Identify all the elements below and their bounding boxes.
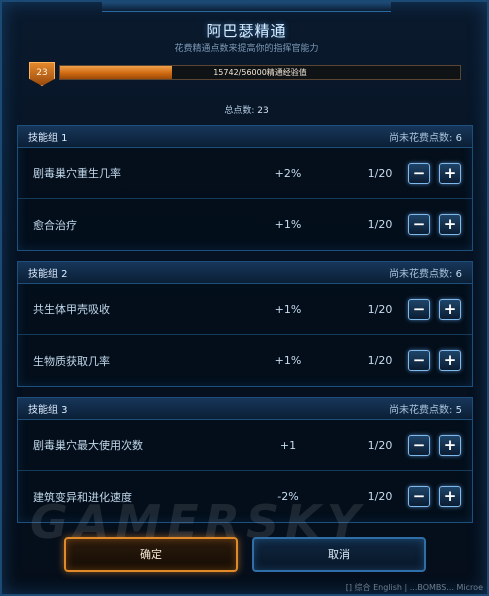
unspent-points-value: 5 — [455, 405, 462, 416]
level-value: 23 — [36, 68, 48, 78]
footer-credit: [] 综合 English | ...BOMBS... Microe — [345, 583, 483, 592]
unspent-points-label: 尚未花费点数: — [389, 269, 453, 280]
cancel-button[interactable]: 取消 — [252, 537, 426, 572]
skill-name: 愈合治疗 — [33, 218, 77, 232]
skill-bonus: +1% — [274, 354, 302, 367]
skill-row: 剧毒巢穴最大使用次数 +1 1/20 − + — [18, 420, 472, 471]
unspent-points: 尚未花费点数: 5 — [389, 401, 462, 416]
panel-top-frame — [102, 2, 391, 12]
skill-points-count: 1/20 — [367, 218, 393, 231]
decrease-button[interactable]: − — [408, 350, 430, 371]
skill-row: 共生体甲壳吸收 +1% 1/20 − + — [18, 284, 472, 335]
skill-row: 剧毒巢穴重生几率 +2% 1/20 − + — [18, 148, 472, 199]
skill-bonus: +2% — [274, 166, 302, 180]
unspent-points-label: 尚未花费点数: — [389, 405, 453, 416]
skill-row: 愈合治疗 +1% 1/20 − + — [18, 199, 472, 250]
skill-name: 生物质获取几率 — [33, 354, 110, 368]
skill-group-1: 技能组 1 尚未花费点数: 6 剧毒巢穴重生几率 +2% 1/20 − + 愈合… — [17, 125, 473, 251]
skill-name: 共生体甲壳吸收 — [33, 303, 110, 316]
skill-bonus: +1 — [279, 438, 297, 452]
skill-group-header: 技能组 2 尚未花费点数: 6 — [18, 262, 472, 284]
mastery-panel: 阿巴瑟精通 花费精通点数来提高你的指挥官能力 23 15742/56000精通经… — [0, 0, 489, 596]
skill-name: 剧毒巢穴重生几率 — [33, 167, 121, 180]
total-points-value: 23 — [257, 106, 269, 116]
decrease-button[interactable]: − — [408, 435, 430, 456]
skill-row: 生物质获取几率 +1% 1/20 − + — [18, 335, 472, 386]
increase-button[interactable]: + — [439, 214, 461, 235]
unspent-points-value: 6 — [455, 133, 462, 144]
level-badge-icon: 23 — [29, 62, 55, 86]
decrease-button[interactable]: − — [408, 299, 430, 320]
skill-group-name: 技能组 2 — [28, 269, 68, 280]
decrease-button[interactable]: − — [408, 214, 430, 235]
skill-points-count: 1/20 — [367, 166, 393, 180]
skill-points-count: 1/20 — [367, 438, 393, 452]
increase-button[interactable]: + — [439, 299, 461, 320]
skill-group-header: 技能组 1 尚未花费点数: 6 — [18, 126, 472, 148]
panel-subtitle: 花费精通点数来提高你的指挥官能力 — [174, 44, 319, 54]
panel-title: 阿巴瑟精通 — [206, 22, 287, 40]
decrease-button[interactable]: − — [408, 163, 430, 184]
confirm-button[interactable]: 确定 — [64, 537, 238, 572]
unspent-points-label: 尚未花费点数: — [389, 133, 453, 144]
increase-button[interactable]: + — [439, 435, 461, 456]
skill-group-name: 技能组 3 — [28, 405, 68, 416]
skill-bonus: +1% — [274, 302, 302, 316]
skill-group-2: 技能组 2 尚未花费点数: 6 共生体甲壳吸收 +1% 1/20 − + 生物质… — [17, 261, 473, 387]
unspent-points: 尚未花费点数: 6 — [389, 129, 462, 144]
xp-progress-bar: 15742/56000精通经验值 — [59, 65, 461, 80]
skill-group-header: 技能组 3 尚未花费点数: 5 — [18, 398, 472, 420]
unspent-points-value: 6 — [455, 269, 462, 280]
increase-button[interactable]: + — [439, 163, 461, 184]
total-points: 总点数: 23 — [2, 103, 489, 116]
skill-points-count: 1/20 — [367, 354, 393, 367]
skill-group-name: 技能组 1 — [28, 133, 68, 144]
skill-bonus: +1% — [274, 218, 302, 231]
skill-points-count: 1/20 — [367, 302, 393, 316]
xp-progress-text: 15742/56000精通经验值 — [213, 68, 307, 77]
increase-button[interactable]: + — [439, 350, 461, 371]
unspent-points: 尚未花费点数: 6 — [389, 265, 462, 280]
skill-name: 剧毒巢穴最大使用次数 — [33, 439, 143, 452]
total-points-label: 总点数: — [224, 106, 255, 116]
